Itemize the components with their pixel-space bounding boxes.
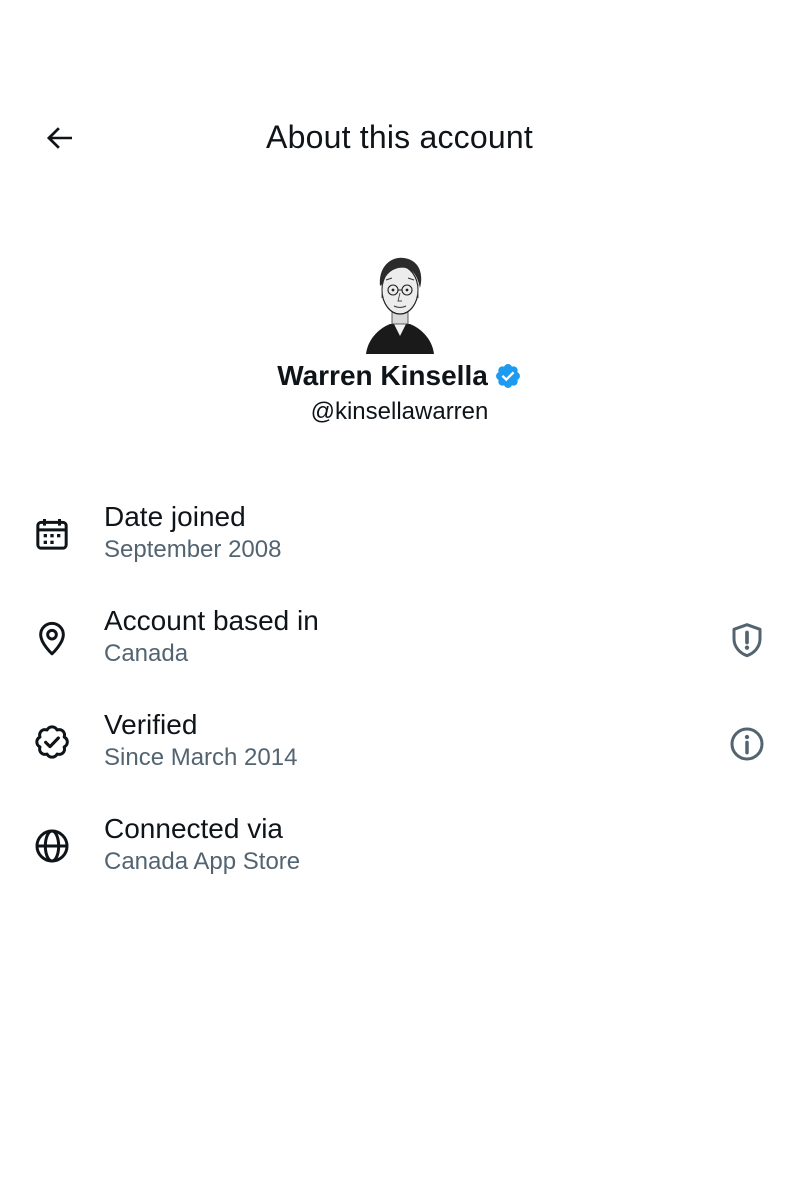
row-value: Canada App Store <box>104 848 301 875</box>
username-handle: @kinsellawarren <box>310 398 489 425</box>
row-value: September 2008 <box>104 536 282 563</box>
calendar-icon <box>36 519 68 550</box>
name-row: Warren Kinsella <box>0 358 799 394</box>
display-name: Warren Kinsella <box>277 360 488 391</box>
row-value: Since March 2014 <box>104 744 298 771</box>
info-row-verified: Verified Since March 2014 <box>0 700 799 804</box>
info-row-date-joined: Date joined September 2008 <box>0 492 799 596</box>
verified-badge-icon[interactable] <box>494 362 522 390</box>
info-row-connected-via: Connected via Canada App Store <box>0 804 799 908</box>
row-label: Date joined <box>104 501 246 532</box>
page-title: About this account <box>266 119 533 155</box>
row-label: Connected via <box>104 813 284 844</box>
account-info-list: Date joined September 2008 Account based… <box>0 492 799 908</box>
info-row-account-based-in: Account based in Canada <box>0 596 799 700</box>
location-pin-icon <box>39 621 65 656</box>
shield-alert-icon[interactable] <box>727 620 767 660</box>
row-value: Canada <box>104 640 189 667</box>
row-label: Verified <box>104 709 198 740</box>
avatar[interactable] <box>358 250 442 354</box>
top-app-bar: About this account <box>0 96 799 178</box>
globe-icon <box>35 829 69 863</box>
profile-summary: Warren Kinsella @kinsellawarren <box>0 250 799 428</box>
verified-check-icon <box>35 725 69 759</box>
row-label: Account based in <box>104 605 319 636</box>
info-icon[interactable] <box>727 724 767 764</box>
